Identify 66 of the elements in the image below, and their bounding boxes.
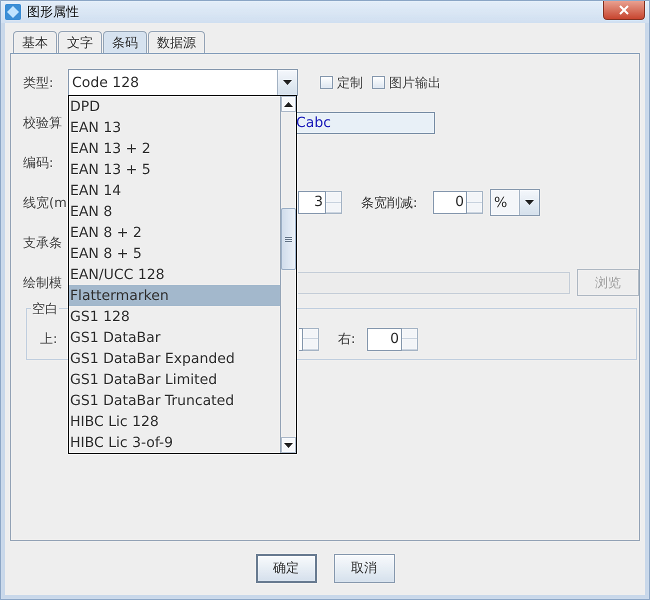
checkbox-label: 定制 [337,74,363,92]
list-option[interactable]: EAN/UCC 128 [69,264,280,285]
caret-icon [284,442,293,448]
spin-up-button[interactable] [467,192,482,202]
unit-dropdown[interactable]: % [490,189,540,216]
spin-down-button[interactable] [303,339,318,350]
draw-mode-label: 绘制模 [23,274,63,292]
type-label: 类型: [23,74,54,92]
check-algorithm-field[interactable]: Cabc [296,112,435,134]
list-option[interactable]: EAN 14 [69,180,280,201]
tab[interactable]: 条码 [103,31,147,53]
list-option[interactable]: EAN 8 [69,201,280,222]
spin-up-button[interactable] [303,328,318,339]
scroll-thumb[interactable] [281,208,296,270]
scroll-up-button[interactable] [281,96,296,112]
reduction-spinner[interactable]: 0 [433,191,467,214]
line-width-spinner[interactable]: 3 [298,191,326,214]
scroll-down-button[interactable] [281,437,296,453]
caret-icon [525,200,534,205]
spin-up-button[interactable] [326,192,341,202]
list-option[interactable]: GS1 128 [69,306,280,327]
grip-icon [285,236,292,242]
caret-icon [284,102,293,106]
dialog-button[interactable]: 取消 [334,554,394,582]
list-option[interactable]: GS1 DataBar Limited [69,369,280,390]
top-label: 上: [40,331,58,348]
list-option[interactable]: EAN 8 + 2 [69,222,280,243]
checkbox[interactable] [320,76,333,89]
spin-down-button[interactable] [467,202,482,213]
check-algorithm-label: 校验算 [23,114,63,132]
checkbox-label: 图片输出 [389,74,441,92]
close-button[interactable] [603,1,645,20]
checkbox[interactable] [372,76,385,89]
spin-down-button[interactable] [402,339,417,350]
tab[interactable]: 基本 [13,31,57,53]
list-option[interactable]: GS1 DataBar Expanded [69,348,280,369]
list-option[interactable]: GS1 DataBar Truncated [69,390,280,411]
list-option[interactable]: EAN 13 + 2 [69,138,280,159]
right-label: 右: [338,331,356,348]
dropdown-button[interactable] [519,190,539,215]
list-option[interactable]: HIBC Lic 3-of-9 [69,432,280,453]
spin-up-button[interactable] [402,328,417,339]
right-spinner[interactable]: 0 [367,328,402,350]
list-option[interactable]: GS1 DataBar [69,327,280,348]
top-spinner[interactable] [299,328,303,350]
list-option[interactable]: Flattermarken [69,285,280,306]
window-title: 图形属性 [27,4,79,21]
line-width-label: 线宽(m [23,194,68,212]
dropdown-button[interactable] [277,70,297,95]
spin-down-button[interactable] [326,202,341,213]
list-option[interactable]: EAN 13 + 5 [69,159,280,180]
reduction-label: 条宽削减: [361,194,418,212]
app-icon [5,4,21,20]
list-option[interactable]: EAN 13 [69,117,280,138]
support-bar-label: 支承条 [23,234,63,252]
caret-icon [283,80,292,85]
dialog-button[interactable]: 确定 [256,554,316,582]
type-dropdown[interactable]: Code 128 [68,69,298,96]
tab[interactable]: 数据源 [148,31,205,53]
list-option[interactable]: EAN 8 + 5 [69,243,280,264]
close-icon [619,5,629,15]
list-option[interactable]: DPD [69,96,280,117]
list-option[interactable]: HIBC Lic 128 [69,411,280,432]
encoding-label: 编码: [23,154,54,172]
scrollbar[interactable] [280,96,296,453]
tab[interactable]: 文字 [58,31,102,53]
